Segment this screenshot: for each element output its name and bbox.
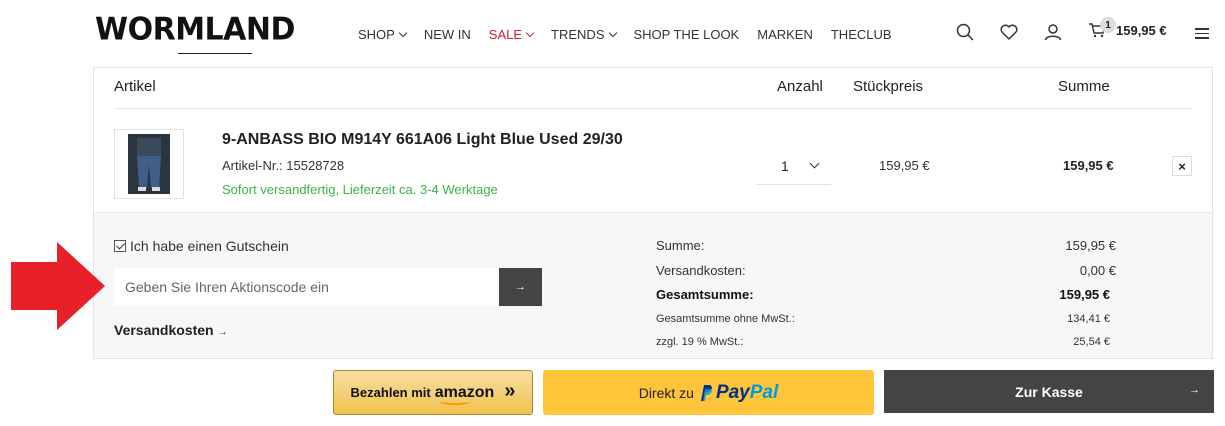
paypal-pal-text: Pal (749, 381, 779, 403)
chevron-down-icon (809, 158, 820, 169)
summary-value: 134,41 € (1067, 313, 1110, 325)
summary-total: Gesamtsumme: 159,95 € (656, 287, 1116, 302)
summary-vat: zzgl. 19 % MwSt.: 25,54 € (656, 336, 1116, 348)
summary-label: Gesamtsumme: (656, 287, 754, 302)
remove-item-button[interactable]: × (1172, 156, 1192, 176)
header-icons (955, 22, 1087, 42)
double-chevron-icon: » (504, 379, 516, 402)
summary-label: Versandkosten: (656, 263, 746, 278)
line-total: 159,95 € (1063, 158, 1114, 173)
quantity-value: 1 (781, 157, 789, 174)
nav-item-trends[interactable]: TRENDS (551, 27, 617, 42)
nav-label: NEW IN (423, 27, 471, 42)
summary-label: Gesamtsumme ohne MwSt.: (656, 313, 795, 325)
voucher-checkbox-row[interactable]: Ich habe einen Gutschein (114, 238, 289, 254)
paypal-pay-text: Pay (715, 381, 750, 403)
nav-label: MARKEN (757, 27, 813, 42)
shipping-costs-link[interactable]: Versandkosten → (114, 322, 228, 338)
paypal-logo: Pay Pal (698, 382, 778, 404)
shipping-costs-label: Versandkosten (114, 322, 214, 338)
col-header-sum: Summe (1058, 78, 1110, 95)
divider (114, 108, 1192, 109)
summary-value: 159,95 € (1065, 238, 1116, 253)
menu-icon[interactable] (1195, 28, 1209, 42)
unit-price: 159,95 € (879, 158, 930, 173)
product-article-number: Artikel-Nr.: 15528728 (222, 158, 345, 173)
amazon-logo: amazon (434, 383, 495, 405)
promo-code-input[interactable] (114, 268, 500, 306)
summary-value: 159,95 € (1059, 287, 1110, 302)
summary-value: 25,54 € (1073, 336, 1110, 348)
chevron-down-icon (398, 28, 408, 37)
amazon-pay-button[interactable]: Bezahlen mit amazon » (333, 370, 533, 415)
heart-icon[interactable] (999, 22, 1019, 42)
paypal-prefix: Direkt zu (638, 384, 694, 401)
voucher-label: Ich habe einen Gutschein (130, 238, 289, 254)
summary-value: 0,00 € (1079, 263, 1116, 278)
arrow-right-icon: → (217, 327, 228, 338)
nav-item-marken[interactable]: MARKEN (757, 27, 813, 42)
nav-label: SALE (488, 27, 523, 42)
voucher-checkbox[interactable] (114, 240, 126, 252)
chevron-down-icon (608, 28, 617, 37)
nav-item-sale[interactable]: SALE (488, 27, 535, 42)
nav-label: SHOP THE LOOK (633, 27, 740, 42)
quantity-select[interactable]: 1 (757, 147, 831, 185)
search-icon[interactable] (955, 22, 975, 42)
chevron-down-icon (525, 28, 535, 37)
nav-item-theclub[interactable]: THECLUB (831, 27, 892, 42)
cart-total: 159,95 € (1116, 22, 1167, 38)
paypal-p-icon (700, 384, 712, 401)
nav-label: SHOP (358, 27, 395, 42)
arrow-right-icon: → (1189, 384, 1200, 396)
annotation-arrow-icon (11, 242, 105, 330)
summary-shipping: Versandkosten: 0,00 € (656, 263, 1116, 278)
summary-subtotal: Summe: 159,95 € (656, 238, 1116, 253)
user-icon[interactable] (1043, 22, 1063, 42)
nav-item-shop-the-look[interactable]: SHOP THE LOOK (634, 27, 740, 42)
amazon-pay-prefix: Bezahlen mit (350, 385, 431, 400)
nav-item-shop[interactable]: SHOP (358, 27, 408, 42)
logo-underline (178, 53, 252, 54)
product-name[interactable]: 9-ANBASS BIO M914Y 661A06 Light Blue Use… (222, 131, 623, 149)
summary-net: Gesamtsumme ohne MwSt.: 134,41 € (656, 313, 1116, 325)
col-header-qty: Anzahl (777, 78, 823, 95)
delivery-status: Sofort versandfertig, Lieferzeit ca. 3-4… (222, 182, 498, 197)
summary-label: zzgl. 19 % MwSt.: (656, 336, 744, 348)
nav-item-new-in[interactable]: NEW IN (424, 27, 471, 42)
checkout-label: Zur Kasse (1015, 383, 1083, 400)
product-thumbnail[interactable] (114, 129, 184, 199)
cart-button[interactable]: 1 159,95 € (1088, 17, 1167, 38)
checkout-button[interactable]: Zur Kasse → (884, 370, 1214, 413)
brand-logo[interactable]: WORMLAND (95, 11, 295, 48)
promo-submit-button[interactable]: → (499, 268, 542, 306)
main-nav: SHOP NEW IN SALE TRENDS SHOP THE LOOK MA… (358, 27, 910, 42)
nav-label: THECLUB (830, 27, 892, 42)
col-header-unit-price: Stückpreis (853, 78, 924, 95)
nav-label: TRENDS (551, 27, 605, 42)
cart-count-badge: 1 (1100, 17, 1116, 33)
col-header-article: Artikel (114, 78, 156, 95)
summary-label: Summe: (656, 238, 705, 253)
paypal-button[interactable]: Direkt zu Pay Pal (543, 370, 874, 415)
